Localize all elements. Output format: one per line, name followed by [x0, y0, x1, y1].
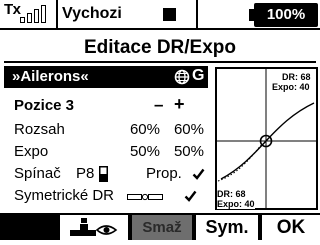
- status-separator: [196, 0, 198, 30]
- curve-dotted-line: [217, 144, 262, 182]
- function-selector[interactable]: »Ailerons« G: [4, 66, 208, 88]
- model-name: Vychozi: [62, 5, 122, 22]
- symmetry-button[interactable]: Sym.: [196, 215, 258, 240]
- rate-right-value[interactable]: 60%: [164, 121, 204, 138]
- proportional-label: Prop.: [146, 165, 182, 182]
- title-divider: [4, 61, 316, 63]
- status-bar: Tx Vychozi 100%: [0, 0, 320, 30]
- checkmark-icon[interactable]: [192, 168, 205, 180]
- rate-label: Rozsah: [14, 121, 65, 138]
- page-title: Editace DR/Expo: [83, 37, 237, 58]
- global-badge: G: [192, 67, 205, 84]
- softkey-bar: Smaž Sym. OK: [0, 213, 320, 240]
- position-plus-button[interactable]: +: [174, 94, 185, 115]
- symmetric-dr-label: Symetrické DR: [14, 187, 115, 204]
- switch-label: Spínač: [14, 165, 61, 182]
- checkmark-icon[interactable]: [184, 190, 197, 202]
- position-label: Pozice 3: [14, 97, 75, 114]
- curve-bottom-expo: Expo: 40: [217, 199, 255, 209]
- curve-bottom-dr: DR: 68: [217, 189, 246, 199]
- function-label: »Ailerons«: [12, 68, 89, 85]
- expo-left-value[interactable]: 50%: [120, 143, 160, 160]
- position-minus-button[interactable]: –: [154, 95, 163, 115]
- expo-right-value[interactable]: 50%: [164, 143, 204, 160]
- delete-button[interactable]: Smaž: [132, 215, 192, 240]
- servo-view-button[interactable]: [60, 215, 128, 240]
- curve-top-dr: DR: 68: [282, 72, 311, 82]
- signal-strength-icon: [20, 5, 50, 28]
- ok-button[interactable]: OK: [262, 215, 320, 240]
- rate-left-value[interactable]: 60%: [120, 121, 160, 138]
- status-separator: [56, 0, 58, 30]
- slider-icon: [127, 193, 163, 201]
- timer-stop-icon: [163, 8, 176, 21]
- tx-label: Tx: [4, 1, 21, 18]
- globe-icon: [174, 69, 190, 85]
- servo-view-icon: [70, 218, 118, 236]
- expo-label: Expo: [14, 143, 49, 160]
- switch-name[interactable]: P8: [76, 165, 94, 182]
- curve-top-expo: Expo: 40: [272, 82, 310, 92]
- switch-icon: [99, 166, 108, 182]
- battery-indicator: 100%: [254, 3, 318, 27]
